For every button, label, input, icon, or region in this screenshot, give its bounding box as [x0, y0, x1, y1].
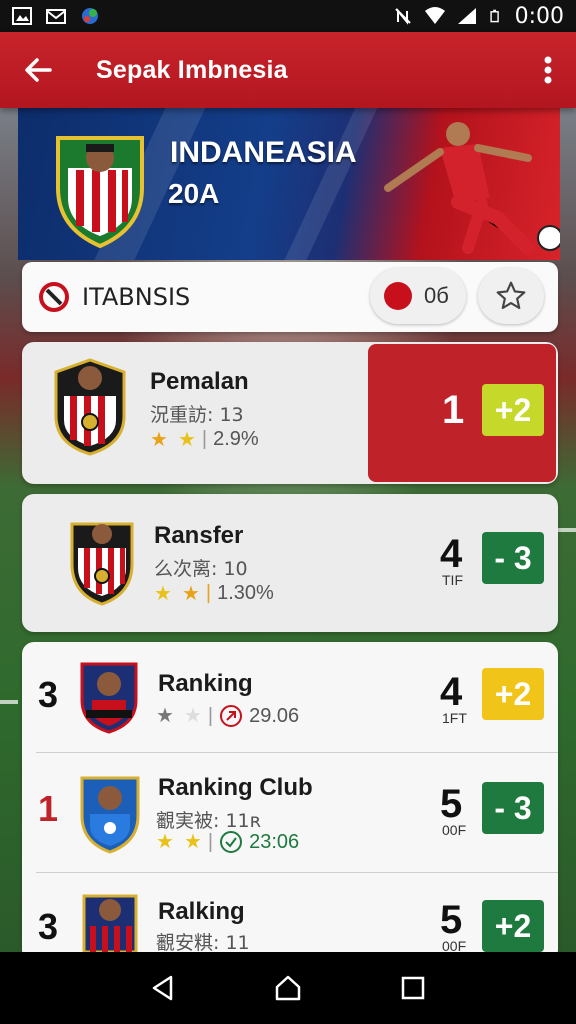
club-crest-icon: [54, 358, 126, 456]
red-dot-icon: [384, 282, 412, 310]
player-illustration: [384, 122, 560, 255]
nav-recents-button[interactable]: [389, 964, 437, 1012]
check-circle-icon: [220, 831, 243, 853]
row-meta: ★ ★ | 29.06: [156, 704, 299, 728]
club-crest-icon: [70, 522, 134, 606]
star-filled-icon: ★: [150, 428, 168, 451]
team-crest-icon: [56, 136, 144, 248]
score-badge: +2: [482, 668, 544, 720]
rank-number: 3: [38, 674, 59, 715]
hero-banner: INDANEASIA 20A: [18, 108, 560, 260]
separator: |: [207, 830, 214, 853]
app-icon: [82, 8, 98, 24]
score-badge: - 3: [482, 532, 544, 584]
battery-icon: [489, 9, 499, 23]
row-meta-value: 29.06: [249, 704, 300, 727]
nav-back-button[interactable]: [139, 964, 187, 1012]
separator: |: [207, 704, 214, 727]
club-crest-icon: [80, 776, 140, 854]
nav-home-button[interactable]: [264, 964, 312, 1012]
nav-home-icon: [275, 975, 301, 1001]
row-meta-value: 2.9%: [213, 428, 259, 450]
rank-number: 3: [38, 906, 59, 947]
star-filled-icon: ★: [156, 705, 174, 727]
club-crest-icon: [82, 894, 138, 952]
row-name: Ralking: [158, 898, 245, 925]
row-name: Ranking: [158, 670, 253, 697]
divider: [36, 752, 558, 753]
wifi-icon: [424, 7, 445, 24]
filter-label: ITABNSIS: [82, 283, 191, 311]
star-outline-icon: [496, 281, 526, 310]
row-name: Ransfer: [154, 522, 244, 549]
row-subtitle: 覾実被: 11ʀ: [156, 810, 262, 832]
arrow-back-icon: [25, 58, 52, 82]
pill-value: 0б: [424, 283, 449, 308]
hero-title: INDANEASIA: [170, 136, 357, 169]
star-filled-icon: ★: [183, 831, 202, 853]
pitch-line: [0, 700, 18, 704]
system-nav-bar: [0, 952, 576, 1024]
image-icon: [12, 7, 32, 25]
filter-bar: ITABNSIS 0б: [22, 262, 558, 332]
row-name: Ranking Club: [158, 774, 313, 801]
score-value: 5: [440, 898, 463, 942]
status-bar: 0:00: [0, 0, 576, 32]
row-subtitle: 覾安粸: 11: [156, 932, 250, 954]
score-badge: +2: [482, 900, 544, 952]
separator: |: [201, 428, 208, 450]
filter-pill-button[interactable]: 0б: [370, 268, 466, 324]
star-filled-icon: ★: [177, 428, 196, 451]
email-icon: [46, 9, 66, 24]
app-bar: Sepak Imbnesia: [0, 32, 576, 108]
rank-number: 1: [38, 788, 59, 829]
overflow-menu-button[interactable]: [520, 32, 576, 108]
favorite-button[interactable]: [478, 268, 544, 324]
row-subtitle: 況重訪: 13: [150, 404, 244, 426]
star-empty-icon: ★: [183, 705, 202, 727]
row-meta: ★ ★ | 1.30%: [154, 582, 274, 605]
divider: [36, 872, 558, 873]
separator: |: [205, 582, 212, 604]
row-name: Pemalan: [150, 368, 249, 395]
row-meta: ★ ★ | 2.9%: [150, 428, 259, 451]
score-value: 4: [440, 670, 463, 714]
nav-back-icon: [152, 975, 172, 1001]
club-crest-icon: [80, 662, 138, 734]
star-filled-icon: ★: [181, 582, 200, 605]
clock: 0:00: [514, 3, 564, 29]
row-meta-value: 1.30%: [217, 582, 274, 604]
row-meta-value: 23:06: [249, 830, 300, 853]
more-vert-icon: [544, 56, 552, 84]
row-meta: ★ ★ | 23:06: [156, 830, 299, 854]
back-button[interactable]: [0, 32, 76, 108]
app-title: Sepak Imbnesia: [96, 55, 288, 84]
score-badge: +2: [482, 384, 544, 436]
row-subtitle: 么次离: 10: [154, 558, 248, 580]
signal-icon: [457, 8, 476, 24]
score-value: 5: [440, 782, 463, 826]
score-value: 4: [440, 532, 463, 576]
score-label: 1FT: [442, 710, 467, 726]
score-label: 00F: [442, 822, 467, 838]
score-badge: - 3: [482, 782, 544, 834]
hero-subtitle: 20A: [168, 178, 220, 209]
pitch-line: [558, 528, 576, 532]
score-label: TIF: [442, 572, 463, 588]
target-icon: [220, 705, 243, 727]
score-value: 1: [442, 388, 465, 432]
ban-icon: [39, 282, 69, 312]
no-nfc-icon: [394, 8, 411, 25]
nav-recents-icon: [402, 976, 425, 1000]
star-filled-icon: ★: [156, 831, 174, 853]
star-filled-icon: ★: [154, 582, 172, 605]
